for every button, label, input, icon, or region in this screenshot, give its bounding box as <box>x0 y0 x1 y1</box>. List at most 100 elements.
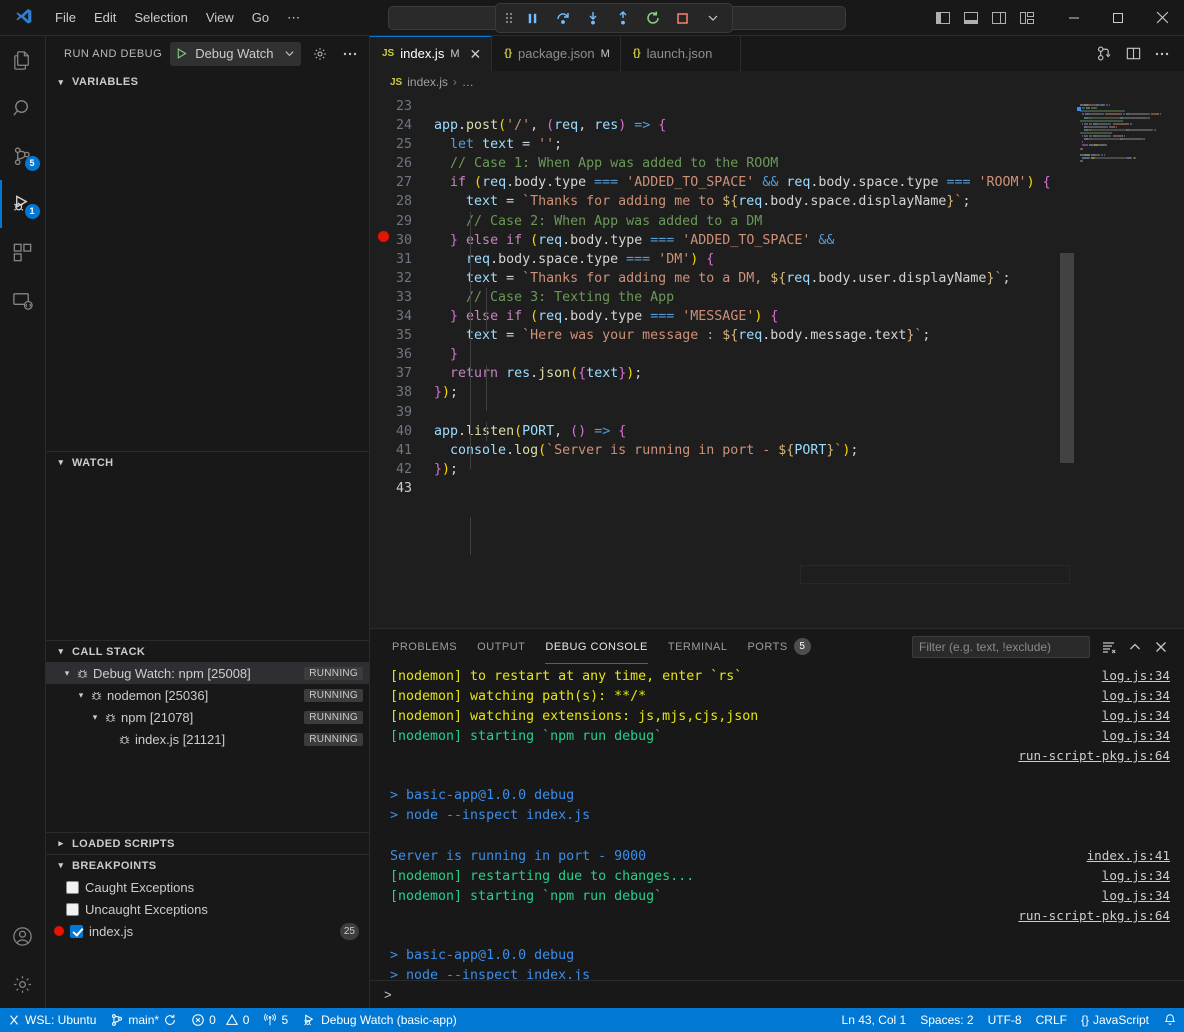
menu-file[interactable]: File <box>46 6 85 29</box>
menu-view[interactable]: View <box>197 6 243 29</box>
pane-header-call-stack[interactable]: ▾ CALL STACK <box>46 640 369 662</box>
menu-more[interactable]: ⋯ <box>278 6 309 30</box>
panel-tab-ports[interactable]: PORTS 5 <box>737 629 820 664</box>
pane-header-watch[interactable]: ▾ WATCH <box>46 451 369 473</box>
toggle-secondary-sidebar-icon[interactable] <box>988 5 1010 31</box>
activitybar-item-manage[interactable] <box>0 960 46 1008</box>
activitybar-item-source-control[interactable]: 5 <box>0 132 46 180</box>
editor-tab-launch-json[interactable]: {} launch.json <box>621 36 741 71</box>
panel-tab-debug-console[interactable]: DEBUG CONSOLE <box>535 629 657 664</box>
console-source-link[interactable]: log.js:34 <box>1102 686 1170 706</box>
clear-console-icon[interactable] <box>1098 636 1120 658</box>
code-editor[interactable]: 23 24app.post('/', (req, res) => { 25 le… <box>370 93 1184 628</box>
activitybar-item-accounts[interactable] <box>0 912 46 960</box>
console-source-link[interactable]: log.js:34 <box>1102 706 1170 726</box>
panel-tab-terminal[interactable]: TERMINAL <box>658 629 738 664</box>
play-icon[interactable] <box>175 47 188 60</box>
activitybar-item-search[interactable] <box>0 84 46 132</box>
console-source-link[interactable]: log.js:34 <box>1102 666 1170 686</box>
status-debug-session[interactable]: Debug Watch (basic-app) <box>295 1008 464 1032</box>
console-filter-input[interactable]: Filter (e.g. text, !exclude) <box>912 636 1090 658</box>
breakpoint-checkbox[interactable] <box>66 881 79 894</box>
console-source-link[interactable]: index.js:41 <box>1087 846 1170 866</box>
status-remote-host[interactable]: WSL: Ubuntu <box>0 1008 103 1032</box>
breakpoint-row-uncaught-exceptions[interactable]: Uncaught Exceptions <box>46 898 369 920</box>
stop-button[interactable] <box>669 6 696 30</box>
breakpoint-checkbox[interactable] <box>70 925 83 938</box>
drag-handle-icon[interactable] <box>502 11 516 25</box>
sidebar-more-actions-button[interactable] <box>339 43 361 65</box>
breadcrumb-symbol[interactable]: … <box>462 75 474 89</box>
status-ports[interactable]: 5 <box>256 1008 295 1032</box>
console-source-link[interactable]: run-script-pkg.js:64 <box>1018 746 1170 766</box>
call-stack-row-1[interactable]: ▾ nodemon [25036] RUNNING <box>46 684 369 706</box>
breakpoint-row-index-js[interactable]: index.js 25 <box>46 920 369 942</box>
chevron-down-icon[interactable]: ▾ <box>88 712 102 723</box>
minimap[interactable] <box>1074 93 1184 628</box>
activitybar-item-run-and-debug[interactable]: 1 <box>0 180 46 228</box>
panel-tab-output[interactable]: OUTPUT <box>467 629 535 664</box>
code-content[interactable]: 23 24app.post('/', (req, res) => { 25 le… <box>370 93 1074 498</box>
more-editor-actions-icon[interactable] <box>1150 42 1174 66</box>
chevron-down-icon[interactable] <box>284 48 295 59</box>
console-source-link[interactable]: log.js:34 <box>1102 866 1170 886</box>
split-editor-icon[interactable] <box>1121 42 1145 66</box>
toggle-panel-icon[interactable] <box>960 5 982 31</box>
code-text-area[interactable]: 23 24app.post('/', (req, res) => { 25 le… <box>370 93 1074 628</box>
launch-configuration-select[interactable]: Debug Watch <box>170 42 301 66</box>
status-indentation[interactable]: Spaces: 2 <box>913 1008 980 1032</box>
chevron-down-icon[interactable]: ▾ <box>74 690 88 701</box>
console-source-link[interactable]: log.js:34 <box>1102 886 1170 906</box>
debug-console-input[interactable]: > <box>370 980 1184 1008</box>
pane-header-breakpoints[interactable]: ▾ BREAKPOINTS <box>46 854 369 876</box>
restart-button[interactable] <box>639 6 666 30</box>
call-stack-row-3[interactable]: index.js [21121] RUNNING <box>46 728 369 750</box>
close-icon[interactable]: ✕ <box>469 47 481 61</box>
breakpoint-checkbox[interactable] <box>66 903 79 916</box>
window-maximize-button[interactable] <box>1096 0 1140 36</box>
status-git-branch[interactable]: main* <box>103 1008 184 1032</box>
run-and-debug-editor-action-icon[interactable] <box>1092 42 1116 66</box>
customize-layout-icon[interactable] <box>1016 5 1038 31</box>
pane-header-variables[interactable]: ▾ VARIABLES <box>46 71 369 93</box>
step-out-button[interactable] <box>609 6 636 30</box>
editor-scrollbar[interactable] <box>1060 253 1074 463</box>
editor-breakpoint-marker[interactable] <box>378 231 389 242</box>
console-source-link[interactable]: run-script-pkg.js:64 <box>1018 906 1170 926</box>
step-into-button[interactable] <box>579 6 606 30</box>
close-panel-icon[interactable] <box>1150 636 1172 658</box>
window-minimize-button[interactable] <box>1052 0 1096 36</box>
status-language-mode[interactable]: {} JavaScript <box>1074 1008 1156 1032</box>
step-over-button[interactable] <box>549 6 576 30</box>
status-notifications[interactable] <box>1156 1008 1184 1032</box>
breadcrumb[interactable]: JS index.js › … <box>370 71 1184 93</box>
debug-toolbar[interactable] <box>495 3 733 33</box>
call-stack-row-0[interactable]: ▾ Debug Watch: npm [25008] RUNNING <box>46 662 369 684</box>
chevron-down-icon[interactable]: ▾ <box>60 668 74 679</box>
call-stack-row-2[interactable]: ▾ npm [21078] RUNNING <box>46 706 369 728</box>
activitybar-item-explorer[interactable] <box>0 36 46 84</box>
menu-edit[interactable]: Edit <box>85 6 125 29</box>
maximize-panel-icon[interactable] <box>1124 636 1146 658</box>
activitybar-item-remote-explorer[interactable] <box>0 276 46 324</box>
panel-tab-problems[interactable]: PROBLEMS <box>382 629 467 664</box>
open-launch-json-button[interactable] <box>309 43 331 65</box>
console-source-link[interactable]: log.js:34 <box>1102 726 1170 746</box>
breakpoint-row-caught-exceptions[interactable]: Caught Exceptions <box>46 876 369 898</box>
menu-selection[interactable]: Selection <box>125 6 196 29</box>
status-encoding[interactable]: UTF-8 <box>981 1008 1029 1032</box>
status-problems[interactable]: 0 0 <box>184 1008 256 1032</box>
window-close-button[interactable] <box>1140 0 1184 36</box>
toggle-primary-sidebar-icon[interactable] <box>932 5 954 31</box>
debug-console-output[interactable]: [nodemon] to restart at any time, enter … <box>370 664 1184 980</box>
status-eol[interactable]: CRLF <box>1029 1008 1074 1032</box>
activitybar-item-extensions[interactable] <box>0 228 46 276</box>
status-cursor-position[interactable]: Ln 43, Col 1 <box>835 1008 914 1032</box>
editor-tab-index-js[interactable]: JS index.js M ✕ <box>370 36 492 71</box>
editor-tab-package-json[interactable]: {} package.json M <box>492 36 621 71</box>
pane-header-loaded-scripts[interactable]: ▸ LOADED SCRIPTS <box>46 832 369 854</box>
breadcrumb-file[interactable]: index.js <box>407 75 448 89</box>
chevron-down-icon[interactable] <box>699 6 726 30</box>
menu-go[interactable]: Go <box>243 6 278 29</box>
pause-button[interactable] <box>519 6 546 30</box>
